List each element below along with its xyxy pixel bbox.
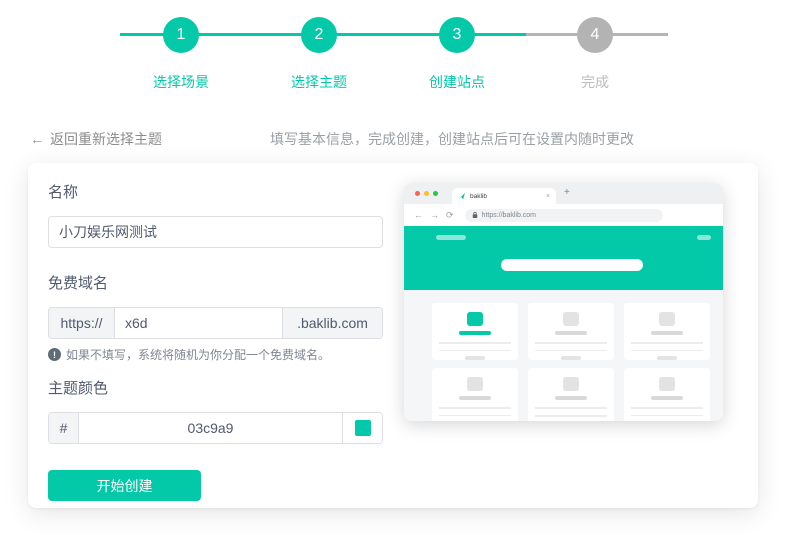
preview-menu-placeholder — [697, 235, 711, 240]
domain-protocol-prefix: https:// — [49, 308, 115, 338]
step-2: 2 选择主题 — [250, 17, 388, 92]
name-label: 名称 — [48, 183, 383, 203]
step-3-circle: 3 — [439, 17, 475, 53]
preview-card — [528, 368, 614, 421]
preview-search-placeholder — [501, 259, 643, 271]
theme-color-input[interactable] — [79, 413, 342, 443]
create-site-card: 名称 免费域名 https:// .baklib.com 如果不填写，系统将随机… — [28, 163, 758, 508]
browser-url-row: ← → ⟳ https://baklib.com — [404, 204, 723, 226]
maximize-window-icon — [433, 191, 438, 196]
nav-forward-icon: → — [430, 210, 439, 220]
back-to-theme-link[interactable]: ← 返回重新选择主题 — [30, 129, 162, 149]
nav-reload-icon: ⟳ — [446, 210, 454, 221]
color-input-group: # — [48, 412, 383, 444]
preview-card — [528, 303, 614, 360]
browser-tab: baklib × — [452, 188, 556, 204]
page-description: 填写基本信息，完成创建，创建站点后可在设置内随时更改 — [270, 129, 634, 149]
step-1: 1 选择场景 — [112, 17, 250, 92]
address-url: https://baklib.com — [482, 212, 536, 219]
hash-prefix: # — [49, 413, 79, 443]
wizard-stepper: 1 选择场景 2 选择主题 3 创建站点 4 完成 — [112, 17, 664, 92]
preview-card — [432, 368, 518, 421]
tab-close-icon: × — [546, 193, 550, 200]
step-4-circle: 4 — [577, 17, 613, 53]
color-swatch-cell — [342, 413, 382, 443]
domain-input-group: https:// .baklib.com — [48, 307, 383, 339]
step-3-label: 创建站点 — [388, 72, 526, 92]
address-bar: https://baklib.com — [465, 209, 663, 222]
subdomain-input[interactable] — [115, 308, 282, 338]
step-3: 3 创建站点 — [388, 17, 526, 92]
domain-hint: 如果不填写，系统将随机为你分配一个免费域名。 — [48, 346, 383, 363]
preview-hero — [404, 226, 723, 290]
color-swatch[interactable] — [355, 420, 371, 436]
domain-suffix: .baklib.com — [282, 308, 382, 338]
nav-back-icon: ← — [414, 210, 423, 220]
domain-label: 免费域名 — [48, 274, 383, 294]
new-tab-icon: + — [564, 187, 570, 198]
back-arrow-icon: ← — [30, 131, 44, 147]
site-name-input[interactable] — [48, 216, 383, 248]
preview-card — [624, 303, 710, 360]
color-label: 主题颜色 — [48, 379, 383, 399]
step-1-label: 选择场景 — [112, 72, 250, 92]
traffic-lights — [415, 191, 438, 196]
back-link-label: 返回重新选择主题 — [50, 131, 162, 147]
site-preview-mockup: baklib × + ← → ⟳ https://baklib.com — [404, 183, 723, 421]
close-window-icon — [415, 191, 420, 196]
preview-card — [624, 368, 710, 421]
preview-logo-placeholder — [436, 235, 466, 240]
tab-title: baklib — [470, 193, 487, 200]
baklib-logo-icon — [458, 192, 466, 200]
domain-hint-text: 如果不填写，系统将随机为你分配一个免费域名。 — [66, 346, 330, 363]
start-create-button[interactable]: 开始创建 — [48, 470, 201, 501]
step-2-label: 选择主题 — [250, 72, 388, 92]
step-4: 4 完成 — [526, 17, 664, 92]
preview-content — [404, 290, 723, 421]
step-2-circle: 2 — [301, 17, 337, 53]
step-4-label: 完成 — [526, 72, 664, 92]
minimize-window-icon — [424, 191, 429, 196]
lock-icon — [472, 211, 478, 219]
browser-chrome: baklib × + — [404, 183, 723, 204]
step-1-circle: 1 — [163, 17, 199, 53]
site-form: 名称 免费域名 https:// .baklib.com 如果不填写，系统将随机… — [48, 183, 383, 501]
info-icon — [48, 348, 61, 361]
preview-card — [432, 303, 518, 360]
preview-card-grid — [432, 303, 710, 421]
